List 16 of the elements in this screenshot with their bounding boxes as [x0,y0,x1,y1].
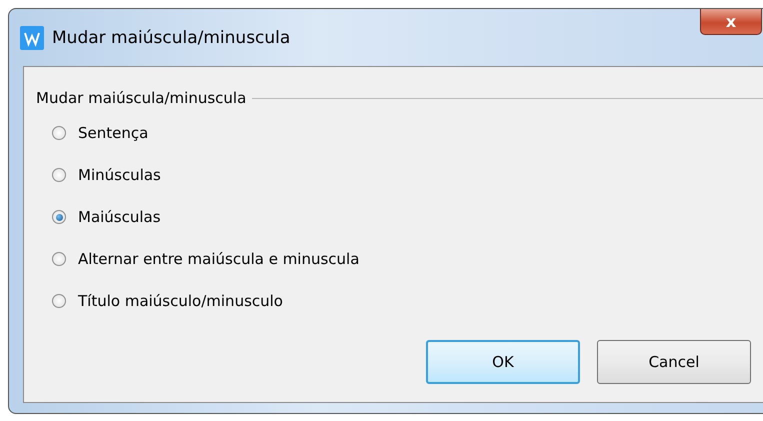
close-button[interactable]: x [700,9,762,35]
option-label[interactable]: Sentença [78,124,148,142]
window-title: Mudar maiúscula/minuscula [52,28,290,48]
radio-button[interactable] [52,126,66,140]
ok-button[interactable]: OK [426,340,580,384]
cancel-button[interactable]: Cancel [597,340,751,384]
app-logo-icon [20,26,44,50]
radio-button[interactable] [52,294,66,308]
option-label[interactable]: Título maiúsculo/minusculo [78,292,283,310]
option-label[interactable]: Maiúsculas [78,208,161,226]
radio-button[interactable] [52,252,66,266]
option-label[interactable]: Minúsculas [78,166,161,184]
radio-button[interactable] [52,210,66,224]
radio-button[interactable] [52,168,66,182]
group-label: Mudar maiúscula/minuscula [36,89,246,107]
option-label[interactable]: Alternar entre maiúscula e minuscula [78,250,360,268]
